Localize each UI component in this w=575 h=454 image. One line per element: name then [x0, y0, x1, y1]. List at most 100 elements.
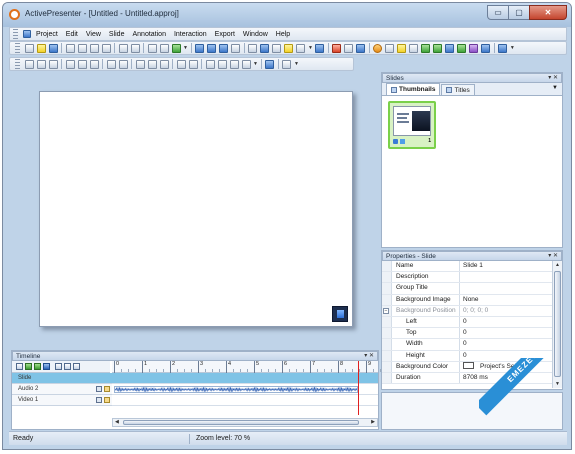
settings-icon[interactable]	[332, 43, 342, 53]
menu-edit[interactable]: Edit	[62, 31, 82, 38]
cut-icon[interactable]	[65, 43, 75, 53]
quiz-icon[interactable]	[469, 43, 479, 53]
new-project-icon[interactable]	[24, 43, 34, 53]
lock-icon[interactable]	[104, 386, 110, 392]
menu-grip-icon[interactable]	[13, 29, 18, 39]
fit-icon[interactable]	[159, 43, 169, 53]
zoom-dropdown-icon[interactable]: ▼	[183, 45, 188, 51]
playhead[interactable]	[357, 361, 359, 415]
property-row[interactable]: Description	[382, 272, 553, 284]
app-menu-icon[interactable]	[22, 30, 31, 38]
audio-icon[interactable]	[433, 43, 443, 53]
menu-help[interactable]: Help	[272, 31, 294, 38]
bring-front-icon[interactable]	[205, 59, 215, 69]
menu-project[interactable]: Project	[32, 31, 62, 38]
property-value[interactable]: 0; 0; 0; 0	[460, 306, 553, 316]
menu-annotation[interactable]: Annotation	[128, 31, 169, 38]
property-row[interactable]: − Background Position 0; 0; 0; 0	[382, 305, 553, 317]
format-icon[interactable]	[282, 59, 292, 69]
property-row[interactable]: Top 0	[382, 328, 553, 340]
scroll-left-icon[interactable]: ◀	[115, 419, 119, 425]
property-row[interactable]: Group Title	[382, 283, 553, 295]
zoom-out-icon[interactable]	[64, 363, 71, 370]
help-dropdown-icon[interactable]: ▼	[308, 45, 313, 51]
copy-icon[interactable]	[77, 43, 87, 53]
video-icon[interactable]	[445, 43, 455, 53]
panel-pin-close-icon[interactable]: ▾ ✕	[548, 252, 558, 261]
track-label-row[interactable]: Video 1	[12, 395, 112, 406]
maximize-button[interactable]: ▢	[508, 5, 530, 20]
text-icon[interactable]	[385, 43, 395, 53]
order-dropdown-icon[interactable]: ▼	[253, 61, 258, 67]
scroll-right-icon[interactable]: ▶	[371, 419, 375, 425]
track-label-row[interactable]: Slide	[12, 373, 112, 384]
find-icon[interactable]	[147, 43, 157, 53]
distribute-vertical-icon[interactable]	[118, 59, 128, 69]
send-back-icon[interactable]	[241, 59, 251, 69]
paste-icon[interactable]	[89, 43, 99, 53]
align-middle-icon[interactable]	[77, 59, 87, 69]
slide-canvas[interactable]	[39, 91, 353, 327]
track-label-row[interactable]: Audio 2	[12, 384, 112, 395]
stop-icon[interactable]	[43, 363, 50, 370]
property-value[interactable]: None	[460, 295, 553, 305]
property-row[interactable]: Left 0	[382, 316, 553, 329]
properties-scrollbar[interactable]: ▲ ▼	[552, 261, 562, 388]
help-icon[interactable]	[296, 43, 306, 53]
minimize-button[interactable]: ▭	[487, 5, 509, 20]
center-horizontal-icon[interactable]	[176, 59, 186, 69]
lock-icon[interactable]	[104, 397, 110, 403]
audio-track-row[interactable]	[112, 384, 378, 395]
tab-thumbnails[interactable]: Thumbnails	[386, 83, 441, 95]
capture-icon[interactable]	[219, 43, 229, 53]
video-track-row[interactable]	[112, 395, 378, 406]
panel-pin-close-icon[interactable]: ▾ ✕	[548, 74, 558, 83]
align-right-icon[interactable]	[48, 59, 58, 69]
zoom-fit-icon[interactable]	[73, 363, 80, 370]
redo-icon[interactable]	[130, 43, 140, 53]
menu-window[interactable]: Window	[239, 31, 272, 38]
center-vertical-icon[interactable]	[188, 59, 198, 69]
align-center-icon[interactable]	[36, 59, 46, 69]
property-row[interactable]: Background Color Project's Setting	[382, 361, 553, 373]
slide-track-row[interactable]	[112, 373, 378, 384]
shape-icon[interactable]	[260, 43, 270, 53]
property-value[interactable]: 0	[460, 351, 553, 361]
same-size-icon[interactable]	[159, 59, 169, 69]
group-icon[interactable]	[265, 59, 275, 69]
property-row[interactable]: Background Image None	[382, 294, 553, 306]
eye-icon[interactable]	[96, 386, 102, 392]
color-swatch[interactable]	[463, 362, 474, 370]
property-row[interactable]: Name Slide 1	[382, 261, 553, 273]
rectangle-icon[interactable]	[409, 43, 419, 53]
property-value[interactable]: 0	[460, 328, 553, 338]
align-left-icon[interactable]	[24, 59, 34, 69]
property-value[interactable]: 0	[460, 339, 553, 349]
animation-icon[interactable]	[457, 43, 467, 53]
scroll-up-icon[interactable]: ▲	[555, 262, 560, 268]
slide-thumbnail[interactable]: 1	[388, 101, 436, 149]
property-value[interactable]	[460, 272, 553, 282]
format-dropdown-icon[interactable]: ▼	[294, 61, 299, 67]
menu-slide[interactable]: Slide	[105, 31, 129, 38]
audio-waveform[interactable]	[114, 386, 358, 393]
property-value[interactable]: Slide 1	[460, 261, 553, 271]
scroll-thumb[interactable]	[123, 420, 359, 425]
toolbar-grip-icon[interactable]	[15, 43, 20, 53]
property-value[interactable]: 8708 ms	[460, 373, 553, 383]
align-bottom-icon[interactable]	[89, 59, 99, 69]
highlight-icon[interactable]	[397, 43, 407, 53]
property-value[interactable]	[460, 283, 553, 293]
preview-icon[interactable]	[356, 43, 366, 53]
record-screen-icon[interactable]	[195, 43, 205, 53]
circle-icon[interactable]	[373, 43, 383, 53]
open-project-icon[interactable]	[36, 43, 46, 53]
play-icon[interactable]	[25, 363, 32, 370]
save-icon[interactable]	[48, 43, 58, 53]
record-video-icon[interactable]	[207, 43, 217, 53]
property-row[interactable]: Width 0	[382, 339, 553, 351]
video-clip-icon[interactable]	[332, 306, 348, 322]
image-icon[interactable]	[272, 43, 282, 53]
tab-titles[interactable]: Titles	[441, 84, 475, 95]
eye-icon[interactable]	[96, 397, 102, 403]
